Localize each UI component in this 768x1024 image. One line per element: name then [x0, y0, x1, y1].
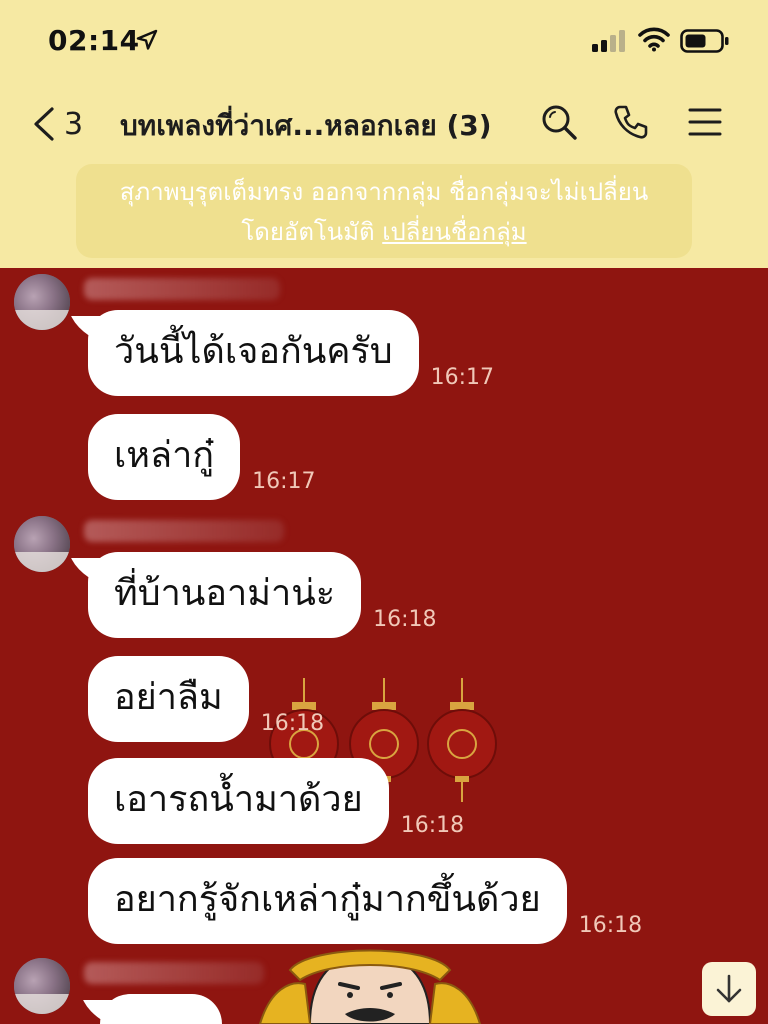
wifi-icon: [638, 27, 670, 52]
message-row: อย่าลืม 16:18: [88, 656, 324, 742]
message-row: อยากรู้จักเหล่ากู๋มากขึ้นด้วย 16:18: [88, 858, 642, 944]
search-button[interactable]: [538, 100, 580, 144]
message-bubble[interactable]: อยากรู้จักเหล่ากู๋มากขึ้นด้วย: [88, 858, 567, 944]
message-time: 16:18: [373, 607, 437, 632]
search-icon: [542, 105, 577, 140]
scroll-to-bottom-button[interactable]: [702, 962, 756, 1016]
message-bubble[interactable]: วันนี้ได้เจอกันครับ: [88, 310, 419, 396]
system-notice: สุภาพบุรุตเต็มทรง ออกจากกลุ่ม ชื่อกลุ่มจ…: [76, 164, 692, 258]
battery-icon: [680, 29, 729, 53]
notice-text-line2-row: โดยอัตโนมัติ เปลี่ยนชื่อกลุ่ม: [76, 212, 692, 252]
chevron-left-icon: [34, 107, 54, 141]
notice-text-line1: สุภาพบุรุตเต็มทรง ออกจากกลุ่ม ชื่อกลุ่มจ…: [119, 178, 649, 206]
message-bubble[interactable]: เหล่ากู๋: [88, 414, 241, 500]
sender-name-blurred: [84, 278, 280, 300]
sender-name-blurred: [84, 962, 264, 984]
call-button[interactable]: [610, 100, 652, 144]
message-time: 16:18: [400, 813, 465, 838]
avatar[interactable]: [14, 274, 70, 330]
arrow-down-icon: [716, 974, 742, 1003]
change-group-name-link[interactable]: เปลี่ยนชื่อกลุ่ม: [382, 218, 526, 246]
notice-text-line2: โดยอัตโนมัติ: [241, 218, 375, 246]
message-row: ที่บ้านอาม่าน่ะ 16:18: [88, 552, 437, 638]
phone-icon: [614, 105, 648, 139]
menu-button[interactable]: [684, 100, 726, 144]
header-area: 02:14 3 บทเพลงที่ว่าเศ...หลอกเลย (3) สุภ…: [0, 0, 768, 268]
avatar[interactable]: [14, 958, 70, 1014]
chat-title[interactable]: บทเพลงที่ว่าเศ...หลอกเลย (3): [120, 104, 500, 148]
unread-count: 3: [64, 106, 84, 142]
chat-header: 3 บทเพลงที่ว่าเศ...หลอกเลย (3): [0, 82, 768, 162]
message-bubble[interactable]: เอารถน้ำมาด้วย: [88, 758, 389, 844]
message-time: 16:18: [260, 711, 325, 736]
message-bubble[interactable]: ที่บ้านอาม่าน่ะ: [88, 552, 362, 638]
status-time: 02:14: [48, 24, 140, 57]
location-arrow-icon: [136, 29, 158, 50]
message-bubble[interactable]: อย่าลืม: [88, 656, 249, 742]
message-time: 16:17: [430, 365, 495, 390]
cellular-signal-icon: [592, 30, 625, 52]
message-row: เอารถน้ำมาด้วย 16:18: [88, 758, 464, 844]
message-row: วันนี้ได้เจอกันครับ 16:17: [88, 310, 494, 396]
back-button[interactable]: 3: [30, 102, 92, 146]
menu-icon: [688, 108, 722, 136]
message-time: 16:17: [252, 469, 316, 494]
message-bubble-partial[interactable]: [100, 994, 222, 1024]
avatar[interactable]: [14, 516, 70, 572]
status-bar: 02:14: [0, 0, 768, 82]
message-time: 16:18: [578, 913, 643, 938]
message-row: เหล่ากู๋ 16:17: [88, 414, 316, 500]
sender-name-blurred: [84, 520, 284, 542]
